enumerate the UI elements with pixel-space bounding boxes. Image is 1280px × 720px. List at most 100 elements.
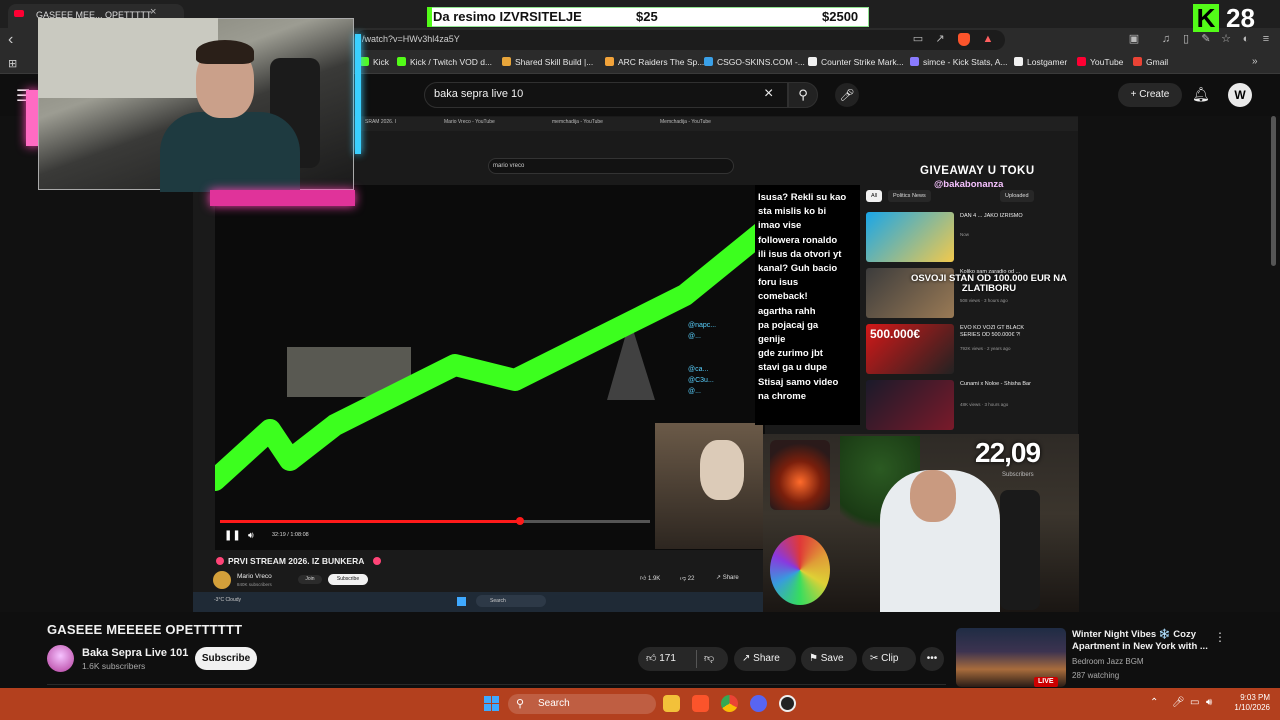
bookmark-item[interactable]: CSGO-SKINS.COM -... [704, 57, 805, 67]
reading-list-icon[interactable]: ▯ [1180, 33, 1192, 45]
inner-video-title: PRVI STREAM 2026. IZ BUNKERA [228, 556, 365, 566]
clip-button[interactable]: ✂ Clip [862, 647, 916, 671]
cast-icon[interactable]: ▭ [912, 33, 924, 45]
page-scrollbar[interactable] [1271, 116, 1276, 266]
taskbar-search[interactable]: Search [508, 694, 656, 714]
more-actions-button[interactable]: ••• [920, 647, 944, 671]
inner-search-text: mario vreco [493, 163, 525, 169]
media-icon[interactable]: ♫ [1160, 33, 1172, 45]
dislike-button[interactable]: 👎︎ [704, 647, 714, 671]
tray-mic-icon[interactable]: 🎤︎ [1172, 697, 1185, 708]
inner-title-dot-left [216, 557, 224, 565]
subscribe-button[interactable]: Subscribe [195, 647, 257, 670]
fireplace [770, 440, 830, 510]
chat-message: followera ronaldo [758, 234, 838, 246]
share-page-icon[interactable]: ↗ [934, 33, 946, 45]
bookmark-favicon-icon [605, 57, 614, 66]
up-next-more-icon[interactable]: ⋮ [1214, 630, 1226, 644]
apps-grid-icon[interactable]: ⊞ [8, 57, 17, 70]
webcam-person-hair [196, 40, 254, 64]
file-explorer-icon[interactable] [663, 695, 680, 712]
vpn-icon[interactable]: ◐ [1240, 33, 1252, 45]
tab-close-icon[interactable]: × [150, 6, 156, 18]
kick-viewer-count: 28 [1226, 3, 1255, 33]
account-avatar[interactable]: W [1228, 83, 1252, 107]
inner-volume-icon: 🔊︎ [248, 530, 254, 540]
inner-join-button: Join [298, 575, 322, 584]
bookmark-label: Kick [373, 57, 390, 67]
brave-browser-icon[interactable] [692, 695, 709, 712]
rec-thumb-4 [866, 380, 954, 430]
bookmark-item[interactable]: ARC Raiders The Sp... [605, 57, 704, 67]
bookmark-favicon-icon [704, 57, 713, 66]
chat-message: agartha rahh [758, 305, 816, 317]
discord-icon[interactable] [750, 695, 767, 712]
chat-message: genije [758, 334, 786, 345]
channel-name[interactable]: Baka Sepra Live 101 [82, 647, 188, 659]
channel-avatar[interactable] [47, 645, 74, 672]
bookmark-item[interactable]: simce - Kick Stats, A... [910, 57, 1008, 67]
like-button[interactable]: 👍︎ 171 [646, 647, 676, 671]
chat-message: foru isus [758, 277, 799, 289]
back-icon[interactable]: ‹ [8, 31, 13, 49]
chrome-icon[interactable] [721, 695, 738, 712]
prize-amount: $25 [636, 9, 658, 24]
bookmark-label: Gmail [1146, 57, 1169, 67]
bookmark-item[interactable]: Counter Strike Mark... [808, 57, 904, 67]
rewards-icon[interactable]: ▲ [982, 33, 994, 45]
windows-start-icon[interactable] [484, 696, 500, 712]
bookmark-star-icon[interactable]: ☆ [1220, 33, 1232, 45]
up-next-title[interactable]: Winter Night Vibes ❄️ Cozy Apartment in … [1072, 629, 1208, 653]
bookmarks-overflow-icon[interactable]: » [1252, 56, 1258, 67]
bookmark-item[interactable]: Kick [360, 57, 389, 67]
tray-volume-icon[interactable]: 🔊︎ [1206, 697, 1212, 708]
menu-icon[interactable]: ≡ [1260, 33, 1272, 45]
tray-date: 1/10/2026 [1234, 703, 1270, 712]
chat-message: pa pojacaj ga [758, 319, 819, 331]
bookmark-item[interactable]: Gmail [1133, 57, 1168, 67]
like-divider [696, 650, 697, 668]
brave-shield-icon[interactable] [958, 33, 970, 46]
like-dislike-pill: 👍︎ 171 👎︎ [638, 647, 728, 671]
inner-dislike-count: 22 [687, 576, 695, 582]
divider [47, 684, 946, 685]
rec-title-1: DAN 4 ... JAKO IZRISMO [960, 213, 1023, 219]
save-label: Save [820, 653, 844, 664]
notifications-bell-icon[interactable]: 🔔︎ [1192, 86, 1210, 103]
bookmark-label: CSGO-SKINS.COM -... [717, 57, 805, 67]
rainbow-ball [770, 535, 830, 605]
youtube-favicon-icon [14, 10, 24, 17]
tray-display-icon[interactable]: ▭ [1190, 697, 1199, 708]
subscriber-counter-label: Subscribers [1002, 472, 1034, 478]
url-text: /watch?v=HWv3hl4za5Y [362, 34, 460, 44]
obs-icon[interactable] [779, 695, 796, 712]
tray-overflow-icon[interactable]: ⌃ [1150, 697, 1158, 708]
bookmark-item[interactable]: Shared Skill Build |... [502, 57, 593, 67]
create-button[interactable]: + Create [1118, 83, 1182, 107]
channel-subscriber-count: 1.6K subscribers [82, 661, 146, 671]
sidebar-toggle-icon[interactable]: ▣ [1128, 33, 1140, 45]
bookmark-item[interactable]: Kick / Twitch VOD d... [397, 57, 492, 67]
clear-search-icon[interactable]: × [764, 85, 773, 103]
bookmark-label: ARC Raiders The Sp... [618, 57, 705, 67]
bookmark-item[interactable]: Lostgamer [1014, 57, 1067, 67]
inner-channel-subs: 840K subscribers [237, 582, 272, 587]
save-button[interactable]: ⚑ Save [801, 647, 857, 671]
chat-message: gde zurimo jbt [758, 348, 823, 360]
webcam-neon-bottom [210, 190, 355, 206]
chat-message: comeback! [758, 291, 808, 303]
share-button[interactable]: ↗ Share [734, 647, 796, 671]
inner-tab-1: SRAM 2026. I [365, 119, 397, 125]
extensions-icon[interactable]: ✎ [1200, 33, 1212, 45]
search-button[interactable]: ⚲ [788, 82, 818, 108]
tray-clock[interactable]: 9:03 PM 1/10/2026 [1226, 693, 1270, 713]
up-next-channel: Bedroom Jazz BGM [1072, 657, 1144, 666]
live-badge: LIVE [1034, 677, 1058, 687]
bookmark-item[interactable]: YouTube [1077, 57, 1123, 67]
chat-message: Isusa? Rekli su kao [758, 192, 847, 203]
voice-search-button[interactable]: 🎤︎ [835, 83, 859, 107]
bookmark-icon: ⚑ [809, 653, 818, 664]
rec-meta-2: 508 views · 3 hours ago [960, 298, 1008, 303]
bookmark-label: Counter Strike Mark... [821, 57, 904, 67]
inner-progress-fill [220, 520, 520, 523]
